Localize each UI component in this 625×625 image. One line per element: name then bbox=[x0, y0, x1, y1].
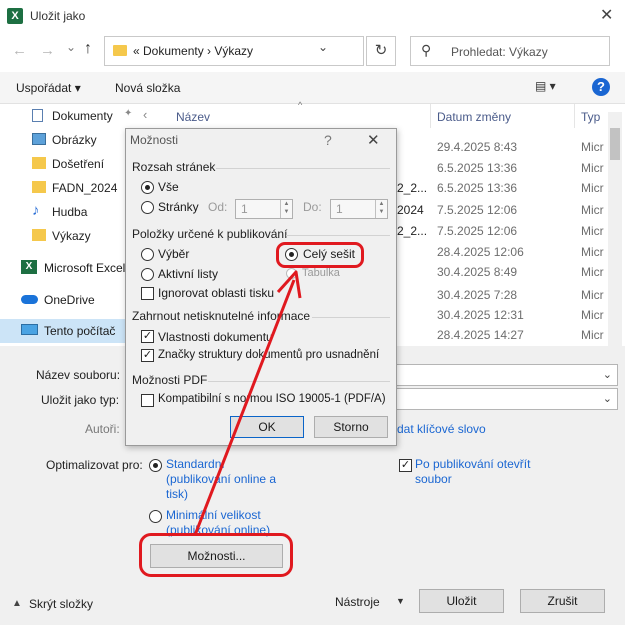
annotation-arrow bbox=[193, 270, 302, 536]
